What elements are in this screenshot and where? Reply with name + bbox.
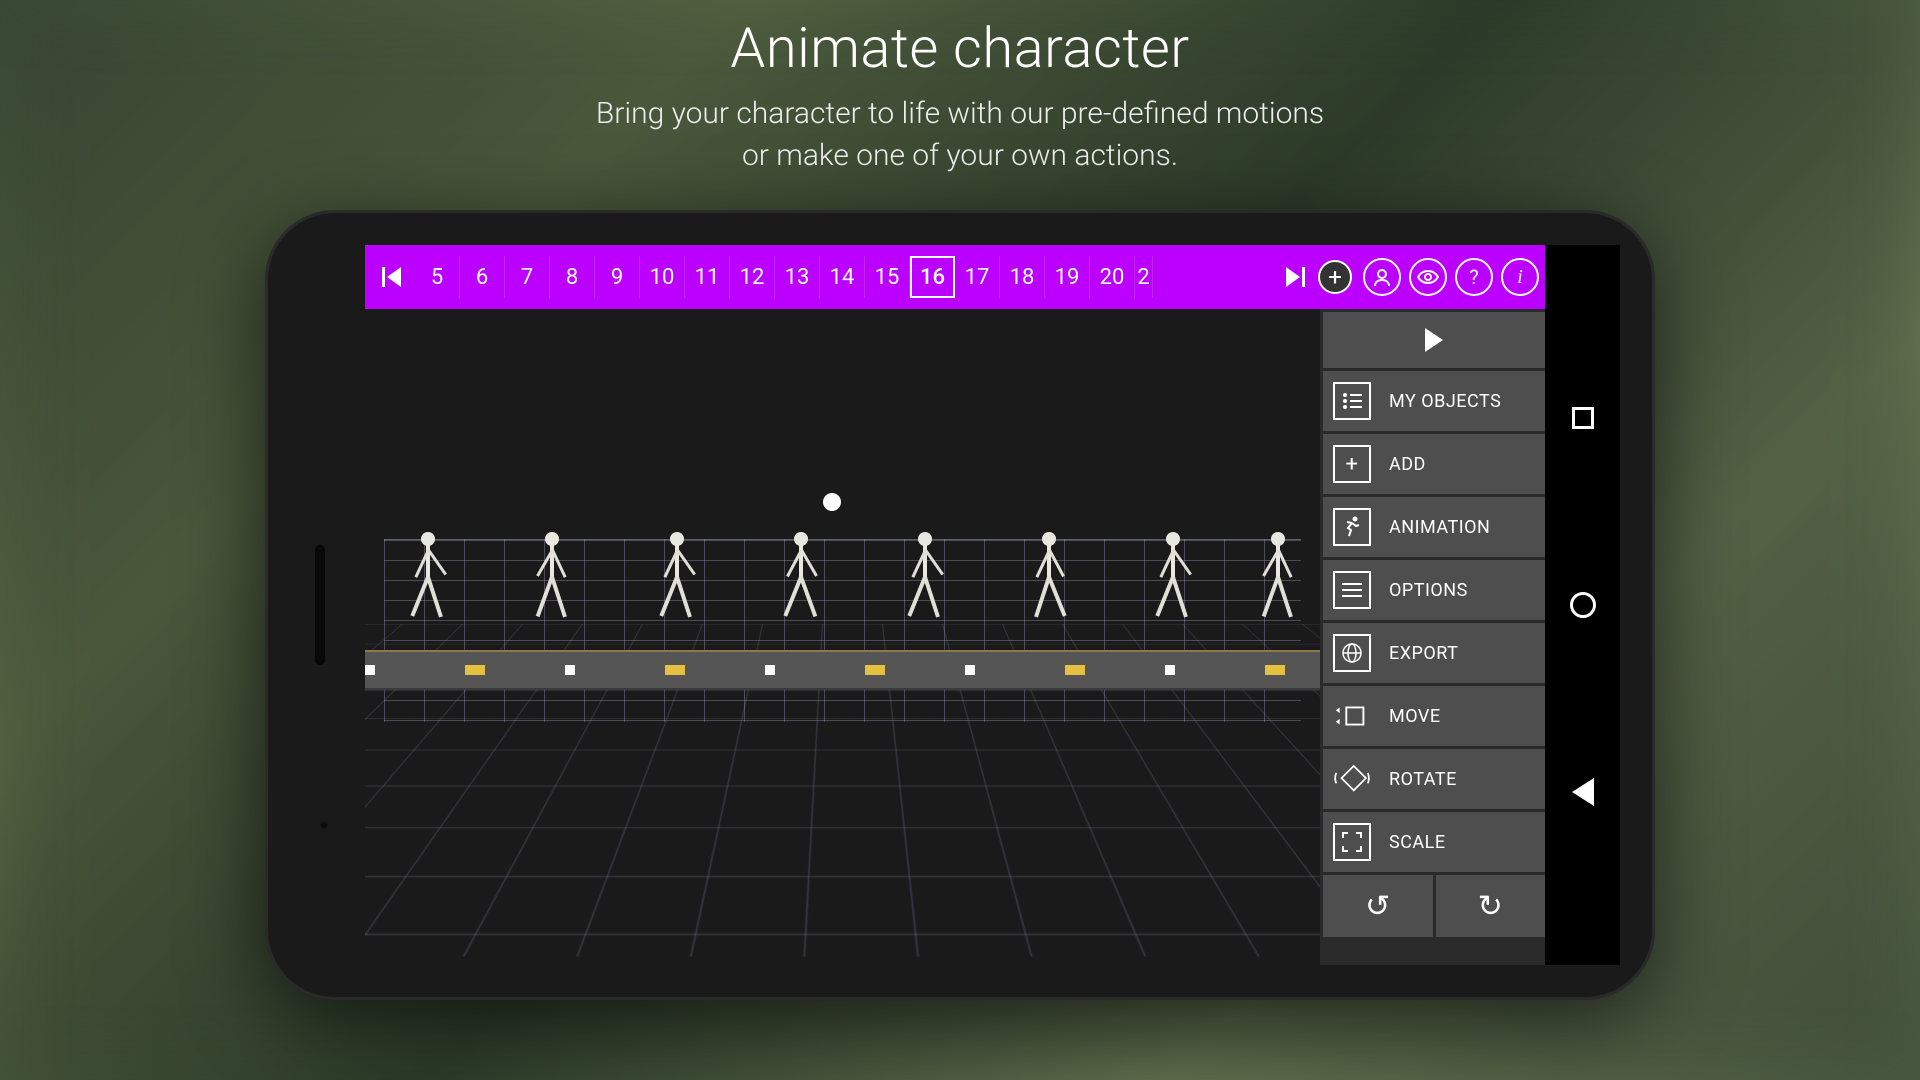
frame-cell[interactable]: 18	[1000, 256, 1045, 298]
rotate-button[interactable]: ROTATE	[1323, 749, 1545, 809]
help-button[interactable]: ?	[1455, 258, 1493, 296]
tool-label: MOVE	[1389, 706, 1441, 727]
info-icon: i	[1517, 266, 1523, 289]
tool-label: EXPORT	[1389, 643, 1458, 664]
skip-start-icon	[382, 267, 401, 287]
redo-icon: ↻	[1478, 889, 1503, 924]
plus-icon: +	[1333, 445, 1371, 483]
profile-button[interactable]	[1363, 258, 1401, 296]
frame-cell[interactable]: 5	[415, 256, 460, 298]
skeleton-frame	[1148, 532, 1198, 652]
frame-cell[interactable]: 8	[550, 256, 595, 298]
nav-recent-button[interactable]	[1569, 404, 1597, 432]
frame-cell[interactable]: 11	[685, 256, 730, 298]
undo-redo-row: ↺ ↻	[1323, 875, 1545, 937]
skeleton-frame	[652, 532, 702, 652]
plus-icon: +	[1318, 260, 1352, 294]
runner-icon	[1333, 508, 1371, 546]
play-button[interactable]	[1323, 312, 1545, 368]
frame-cell[interactable]: 17	[955, 256, 1000, 298]
frame-cell-partial[interactable]: 2	[1135, 256, 1153, 298]
main-row: MY OBJECTS + ADD ANIMATION OPTIONS	[365, 309, 1545, 965]
promo-header: Animate character Bring your character t…	[0, 0, 1920, 177]
page-title: Animate character	[0, 15, 1920, 81]
globe-icon	[1333, 634, 1371, 672]
eye-icon	[1417, 270, 1439, 284]
tool-label: ROTATE	[1389, 769, 1457, 790]
nav-home-button[interactable]	[1569, 591, 1597, 619]
list-icon	[1333, 382, 1371, 420]
frame-cell[interactable]: 6	[460, 256, 505, 298]
rotate-icon	[1333, 760, 1371, 798]
page-subtitle: Bring your character to life with our pr…	[0, 93, 1920, 177]
phone-frame: 5 6 7 8 9 10 11 12 13 14 15 16 17 18 19 …	[265, 210, 1655, 1000]
app-area: 5 6 7 8 9 10 11 12 13 14 15 16 17 18 19 …	[365, 245, 1545, 965]
road-strip	[365, 650, 1320, 690]
phone-camera	[319, 820, 329, 830]
question-icon: ?	[1469, 265, 1478, 289]
tool-label: SCALE	[1389, 832, 1446, 853]
tool-label: ADD	[1389, 454, 1426, 475]
skeleton-frame	[1253, 532, 1303, 652]
move-icon	[1333, 697, 1371, 735]
tool-label: ANIMATION	[1389, 517, 1490, 538]
view-button[interactable]	[1409, 258, 1447, 296]
frame-strip[interactable]: 5 6 7 8 9 10 11 12 13 14 15 16 17 18 19 …	[415, 255, 1271, 299]
skip-end-icon	[1286, 267, 1305, 287]
redo-button[interactable]: ↻	[1436, 875, 1546, 937]
frame-cell[interactable]: 9	[595, 256, 640, 298]
my-objects-button[interactable]: MY OBJECTS	[1323, 371, 1545, 431]
skeleton-frame	[900, 532, 950, 652]
tool-label: MY OBJECTS	[1389, 391, 1501, 412]
scale-icon	[1333, 823, 1371, 861]
play-icon	[1425, 328, 1443, 352]
frame-cell[interactable]: 12	[730, 256, 775, 298]
undo-icon: ↺	[1365, 889, 1390, 924]
options-button[interactable]: OPTIONS	[1323, 560, 1545, 620]
add-frame-button[interactable]: +	[1315, 257, 1355, 297]
phone-screen: 5 6 7 8 9 10 11 12 13 14 15 16 17 18 19 …	[365, 245, 1620, 965]
skip-start-button[interactable]	[371, 257, 411, 297]
frame-cell[interactable]: 14	[820, 256, 865, 298]
scale-button[interactable]: SCALE	[1323, 812, 1545, 872]
animation-button[interactable]: ANIMATION	[1323, 497, 1545, 557]
phone-speaker	[315, 545, 325, 665]
light-gizmo	[823, 493, 841, 511]
add-button[interactable]: + ADD	[1323, 434, 1545, 494]
export-button[interactable]: EXPORT	[1323, 623, 1545, 683]
undo-button[interactable]: ↺	[1323, 875, 1433, 937]
triangle-icon	[1572, 778, 1594, 806]
tool-label: OPTIONS	[1389, 580, 1468, 601]
square-icon	[1572, 407, 1594, 429]
road-markings	[365, 665, 1320, 675]
viewport-3d[interactable]	[365, 309, 1320, 965]
nav-back-button[interactable]	[1569, 778, 1597, 806]
skip-end-button[interactable]	[1275, 257, 1315, 297]
frame-cell[interactable]: 7	[505, 256, 550, 298]
options-icon	[1333, 571, 1371, 609]
android-nav-bar	[1545, 245, 1620, 965]
timeline-bar: 5 6 7 8 9 10 11 12 13 14 15 16 17 18 19 …	[365, 245, 1545, 309]
info-button[interactable]: i	[1501, 258, 1539, 296]
circle-icon	[1570, 592, 1596, 618]
skeleton-frame	[403, 532, 453, 652]
move-button[interactable]: MOVE	[1323, 686, 1545, 746]
side-panel: MY OBJECTS + ADD ANIMATION OPTIONS	[1320, 309, 1545, 965]
frame-cell[interactable]: 20	[1090, 256, 1135, 298]
frame-cell-current[interactable]: 16	[910, 256, 955, 298]
skeleton-frame	[527, 532, 577, 652]
frame-cell[interactable]: 19	[1045, 256, 1090, 298]
skeleton-frame	[1024, 532, 1074, 652]
skeleton-frame	[776, 532, 826, 652]
frame-cell[interactable]: 13	[775, 256, 820, 298]
frame-cell[interactable]: 10	[640, 256, 685, 298]
profile-icon	[1372, 267, 1392, 287]
frame-cell[interactable]: 15	[865, 256, 910, 298]
